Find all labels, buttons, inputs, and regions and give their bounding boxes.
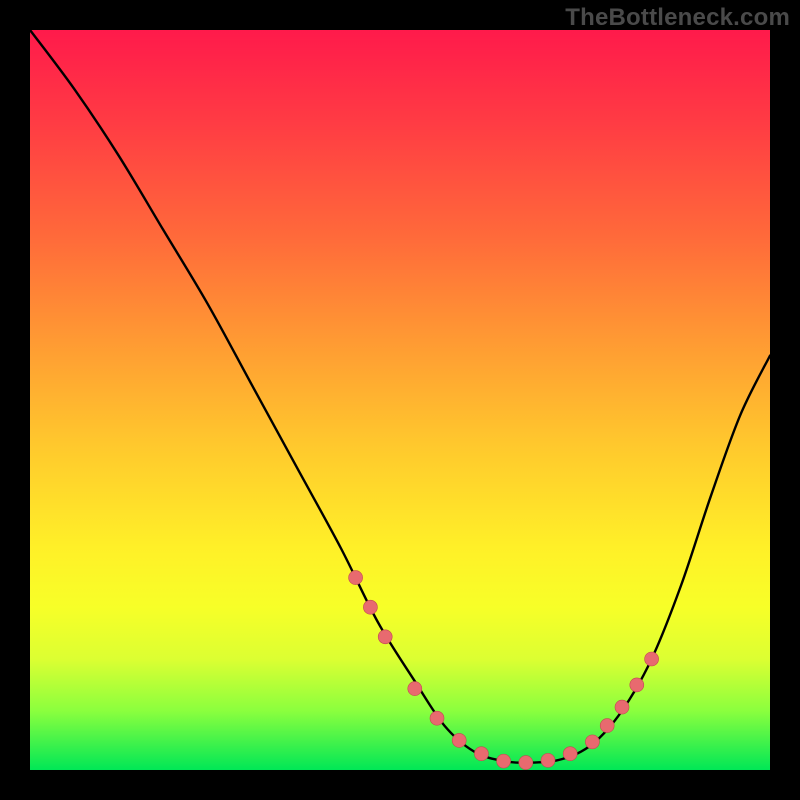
bottleneck-curve (30, 30, 770, 763)
curve-svg (30, 30, 770, 770)
marker-point (430, 711, 444, 725)
marker-point (645, 652, 659, 666)
chart-frame: TheBottleneck.com (0, 0, 800, 800)
marker-point (615, 700, 629, 714)
marker-point (519, 756, 533, 770)
marker-point (630, 678, 644, 692)
attribution-label: TheBottleneck.com (565, 4, 790, 32)
marker-point (349, 571, 363, 585)
marker-point (452, 733, 466, 747)
marker-point (563, 747, 577, 761)
marker-point (408, 682, 422, 696)
plot-area (30, 30, 770, 770)
marker-point (378, 630, 392, 644)
highlight-markers (349, 571, 659, 770)
marker-point (541, 753, 555, 767)
marker-point (585, 735, 599, 749)
marker-point (363, 600, 377, 614)
marker-point (497, 754, 511, 768)
marker-point (474, 747, 488, 761)
marker-point (600, 719, 614, 733)
